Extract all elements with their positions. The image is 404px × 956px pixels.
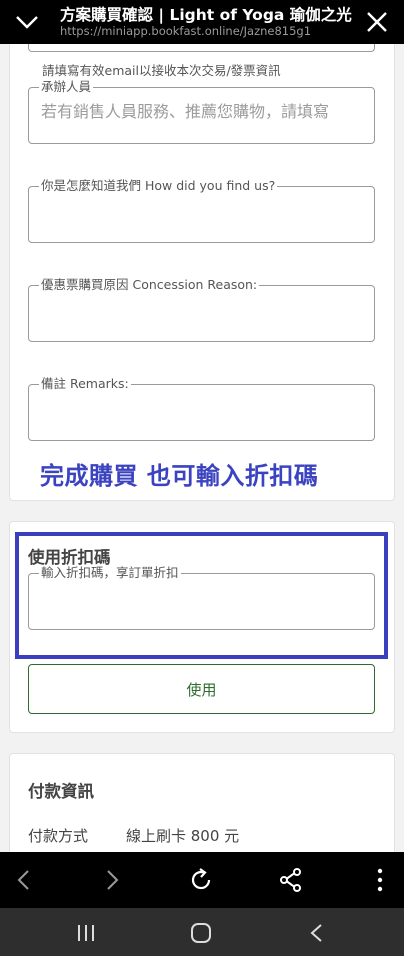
browser-toolbar bbox=[0, 852, 404, 908]
concession-input[interactable] bbox=[41, 300, 362, 319]
discount-code-field[interactable]: 輸入折扣碼，享訂單折扣 bbox=[28, 566, 375, 630]
page-content[interactable]: 請填寫有效email以接收本次交易/發票資訊 承辦人員 你是怎麼知道我們 How… bbox=[0, 44, 404, 852]
reload-icon[interactable] bbox=[187, 866, 215, 894]
apply-discount-button[interactable]: 使用 bbox=[28, 664, 375, 714]
back-arrow-icon[interactable] bbox=[10, 866, 38, 894]
home-icon[interactable] bbox=[189, 922, 213, 944]
more-vert-icon[interactable] bbox=[366, 866, 394, 894]
sales-person-label: 承辦人員 bbox=[41, 79, 92, 94]
chevron-down-icon[interactable] bbox=[14, 9, 40, 35]
remarks-label: 備註 Remarks: bbox=[41, 376, 129, 391]
remarks-field[interactable]: 備註 Remarks: bbox=[28, 377, 375, 441]
annotation-text: 完成購買 也可輸入折扣碼 bbox=[40, 462, 319, 490]
sales-person-input[interactable] bbox=[41, 102, 362, 121]
system-nav-bar bbox=[0, 908, 404, 956]
payment-method-label: 付款方式 bbox=[28, 827, 89, 845]
close-icon[interactable] bbox=[364, 9, 390, 35]
forward-arrow-icon[interactable] bbox=[98, 866, 126, 894]
sales-person-field[interactable]: 承辦人員 bbox=[28, 80, 375, 144]
payment-method-row: 付款方式 線上刷卡 800 元 bbox=[28, 825, 239, 846]
discount-code-label: 輸入折扣碼，享訂單折扣 bbox=[41, 565, 179, 580]
page-url: https://miniapp.bookfast.online/Jazne815… bbox=[60, 24, 312, 38]
source-field[interactable]: 你是怎麼知道我們 How did you find us? bbox=[28, 179, 375, 243]
concession-label: 優惠票購買原因 Concession Reason: bbox=[41, 277, 258, 292]
page-title: 方案購買確認 | Light of Yoga 瑜伽之光 bbox=[60, 6, 352, 24]
concession-field[interactable]: 優惠票購買原因 Concession Reason: bbox=[28, 278, 375, 342]
email-helper-text: 請填寫有效email以接收本次交易/發票資訊 bbox=[42, 63, 281, 78]
share-icon[interactable] bbox=[277, 866, 305, 894]
source-input[interactable] bbox=[41, 201, 362, 220]
source-label: 你是怎麼知道我們 How did you find us? bbox=[41, 178, 276, 193]
payment-method-value: 線上刷卡 800 元 bbox=[126, 827, 240, 845]
recent-apps-icon[interactable] bbox=[74, 922, 98, 944]
remarks-input[interactable] bbox=[41, 399, 362, 418]
payment-title: 付款資訊 bbox=[28, 782, 94, 801]
app-header: 方案購買確認 | Light of Yoga 瑜伽之光 https://mini… bbox=[0, 0, 404, 44]
system-back-icon[interactable] bbox=[305, 922, 329, 944]
discount-code-input[interactable] bbox=[41, 588, 362, 607]
email-field[interactable] bbox=[28, 44, 375, 52]
